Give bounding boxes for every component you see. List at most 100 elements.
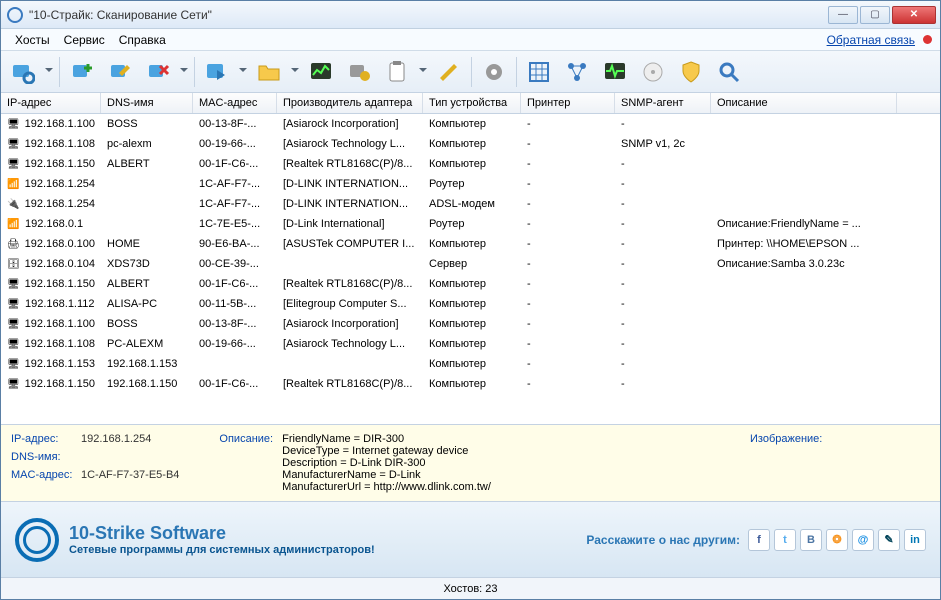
- cell-snmp: -: [615, 256, 711, 272]
- toolbar-arrow-button[interactable]: [201, 56, 233, 88]
- app-icon: [7, 7, 23, 23]
- table-row[interactable]: 192.168.1.150ALBERT00-1F-C6-...[Realtek …: [1, 274, 940, 294]
- column-header[interactable]: Производитель адаптера: [277, 93, 423, 113]
- column-header[interactable]: Тип устройства: [423, 93, 521, 113]
- pc-icon: [7, 358, 23, 370]
- column-header[interactable]: MAC-адрес: [193, 93, 277, 113]
- cell-dns: BOSS: [101, 116, 193, 132]
- detail-ip-label: IP-адрес:: [11, 433, 81, 445]
- table-row[interactable]: 192.168.1.108pc-alexm00-19-66-...[Asiaro…: [1, 134, 940, 154]
- table-row[interactable]: 192.168.1.108PC-ALEXM00-19-66-...[Asiaro…: [1, 334, 940, 354]
- column-header[interactable]: IP-адрес: [1, 93, 101, 113]
- share-label: Расскажите о нас другим:: [586, 533, 740, 547]
- table-row[interactable]: 192.168.1.2541C-AF-F7-...[D-LINK INTERNA…: [1, 194, 940, 214]
- cell-type: Компьютер: [423, 296, 521, 312]
- cell-desc: [711, 322, 897, 326]
- pc-icon: [7, 378, 23, 390]
- cell-mac: 1C-7E-E5-...: [193, 216, 277, 232]
- toolbar-dropdown-arrow[interactable]: [419, 68, 427, 76]
- router-icon: [7, 218, 23, 230]
- cell-mac: 1C-AF-F7-...: [193, 176, 277, 192]
- table-row[interactable]: 192.168.0.100HOME90-E6-BA-...[ASUSTek CO…: [1, 234, 940, 254]
- cell-ip: 192.168.1.254: [25, 178, 95, 190]
- cell-desc: [711, 302, 897, 306]
- social-lj-button[interactable]: ✎: [878, 529, 900, 551]
- pc-icon: [7, 318, 23, 330]
- titlebar[interactable]: "10-Страйк: Сканирование Сети" — ▢ ✕: [1, 1, 940, 29]
- table-row[interactable]: 192.168.0.104XDS73D00-CE-39-...Сервер--О…: [1, 254, 940, 274]
- toolbar-edit-host-button[interactable]: [104, 56, 136, 88]
- cell-maker: [D-Link International]: [277, 216, 423, 232]
- toolbar-settings-exe-button[interactable]: [343, 56, 375, 88]
- detail-mac-label: MAC-адрес:: [11, 469, 81, 481]
- cell-printer: -: [521, 336, 615, 352]
- toolbar-dropdown-arrow[interactable]: [180, 68, 188, 76]
- cell-desc: [711, 142, 897, 146]
- toolbar-delete-host-button[interactable]: [142, 56, 174, 88]
- toolbar-separator: [516, 57, 517, 87]
- toolbar-pulse-button[interactable]: [599, 56, 631, 88]
- search-icon: [717, 60, 741, 84]
- toolbar-clipboard-button[interactable]: [381, 56, 413, 88]
- toolbar-separator: [471, 57, 472, 87]
- toolbar-brush-button[interactable]: [433, 56, 465, 88]
- social-ok-button[interactable]: ❂: [826, 529, 848, 551]
- social-twitter-button[interactable]: t: [774, 529, 796, 551]
- toolbar-dropdown-arrow[interactable]: [45, 68, 53, 76]
- menu-hosts[interactable]: Хосты: [9, 31, 56, 49]
- settings-exe-icon: [347, 60, 371, 84]
- cell-ip: 192.168.1.100: [25, 118, 95, 130]
- cell-mac: 00-1F-C6-...: [193, 376, 277, 392]
- cell-ip: 192.168.1.108: [25, 138, 95, 150]
- toolbar-scan-button[interactable]: [7, 56, 39, 88]
- feedback-link[interactable]: Обратная связь: [827, 33, 915, 47]
- toolbar-diagram-button[interactable]: [561, 56, 593, 88]
- cell-ip: 192.168.1.150: [25, 378, 95, 390]
- table-row[interactable]: 192.168.1.112ALISA-PC00-11-5B-...[Eliteg…: [1, 294, 940, 314]
- column-header[interactable]: Принтер: [521, 93, 615, 113]
- toolbar-search-button[interactable]: [713, 56, 745, 88]
- table-row[interactable]: 192.168.1.2541C-AF-F7-...[D-LINK INTERNA…: [1, 174, 940, 194]
- table-row[interactable]: 192.168.1.150192.168.1.15000-1F-C6-...[R…: [1, 374, 940, 394]
- scan-icon: [11, 60, 35, 84]
- column-header[interactable]: SNMP-агент: [615, 93, 711, 113]
- toolbar-gear-button[interactable]: [478, 56, 510, 88]
- cell-dns: ALBERT: [101, 156, 193, 172]
- toolbar-dropdown-arrow[interactable]: [239, 68, 247, 76]
- social-vk-button[interactable]: В: [800, 529, 822, 551]
- menu-service[interactable]: Сервис: [58, 31, 111, 49]
- menu-help[interactable]: Справка: [113, 31, 172, 49]
- toolbar-chart-button[interactable]: [305, 56, 337, 88]
- table-row[interactable]: 192.168.0.11C-7E-E5-...[D-Link Internati…: [1, 214, 940, 234]
- table-row[interactable]: 192.168.1.150ALBERT00-1F-C6-...[Realtek …: [1, 154, 940, 174]
- cell-mac: 00-19-66-...: [193, 336, 277, 352]
- social-facebook-button[interactable]: f: [748, 529, 770, 551]
- toolbar-shield-button[interactable]: [675, 56, 707, 88]
- social-linkedin-button[interactable]: in: [904, 529, 926, 551]
- toolbar-disc-button[interactable]: [637, 56, 669, 88]
- cell-dns: 192.168.1.150: [101, 376, 193, 392]
- cell-maker: [Asiarock Technology L...: [277, 336, 423, 352]
- grid-body[interactable]: 192.168.1.100BOSS00-13-8F-...[Asiarock I…: [1, 114, 940, 424]
- table-row[interactable]: 192.168.1.153192.168.1.153Компьютер--: [1, 354, 940, 374]
- table-row[interactable]: 192.168.1.100BOSS00-13-8F-...[Asiarock I…: [1, 114, 940, 134]
- window-title: "10-Страйк: Сканирование Сети": [29, 8, 828, 22]
- toolbar-grid-button[interactable]: [523, 56, 555, 88]
- minimize-button[interactable]: —: [828, 6, 858, 24]
- table-row[interactable]: 192.168.1.100BOSS00-13-8F-...[Asiarock I…: [1, 314, 940, 334]
- toolbar-add-host-button[interactable]: [66, 56, 98, 88]
- column-header[interactable]: Описание: [711, 93, 897, 113]
- cell-desc: [711, 202, 897, 206]
- toolbar-separator: [194, 57, 195, 87]
- toolbar-folder-button[interactable]: [253, 56, 285, 88]
- edit-host-icon: [108, 60, 132, 84]
- toolbar-dropdown-arrow[interactable]: [291, 68, 299, 76]
- cell-desc: Описание:FriendlyName = ...: [711, 216, 897, 232]
- maximize-button[interactable]: ▢: [860, 6, 890, 24]
- column-header[interactable]: DNS-имя: [101, 93, 193, 113]
- host-grid: IP-адресDNS-имяMAC-адресПроизводитель ад…: [1, 93, 940, 424]
- social-mail-button[interactable]: @: [852, 529, 874, 551]
- delete-host-icon: [146, 60, 170, 84]
- cell-ip: 192.168.0.100: [25, 238, 95, 250]
- close-button[interactable]: ✕: [892, 6, 936, 24]
